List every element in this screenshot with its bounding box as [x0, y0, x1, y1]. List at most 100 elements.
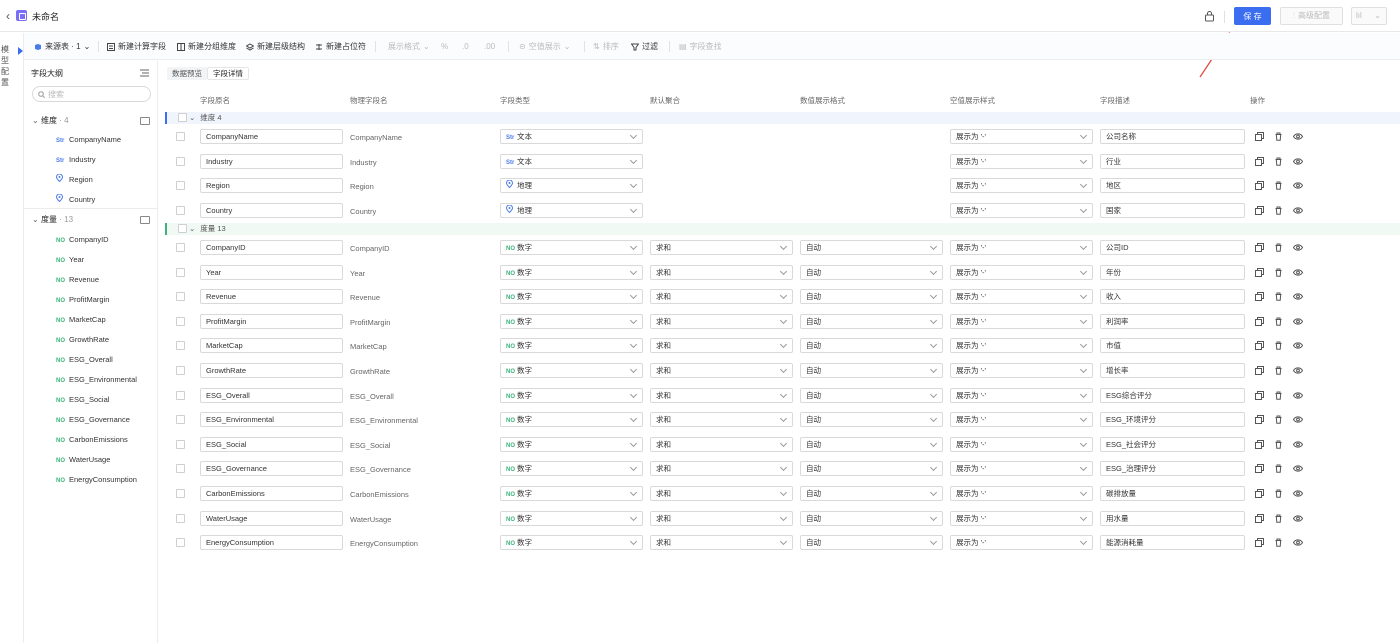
row-checkbox[interactable] — [176, 415, 185, 425]
eye-icon[interactable] — [1293, 157, 1303, 166]
default-agg-select[interactable]: 求和 — [650, 240, 793, 255]
null-display-select[interactable]: 展示为 '-' — [950, 412, 1093, 428]
default-agg-select[interactable]: 求和 — [650, 412, 793, 428]
number-format-select[interactable]: 自动 — [800, 264, 943, 280]
field-desc-input[interactable]: 年份 — [1100, 264, 1245, 280]
sort-button[interactable]: ⇅ 排序 — [593, 41, 619, 53]
add-folder-icon[interactable] — [140, 117, 150, 125]
group-checkbox[interactable] — [178, 224, 187, 233]
copy-icon[interactable] — [1255, 132, 1264, 141]
field-desc-input[interactable]: 公司ID — [1100, 240, 1245, 255]
filter-button[interactable]: 过滤 — [631, 41, 658, 53]
number-format-select[interactable]: 自动 — [800, 535, 943, 551]
model-config-rail-label[interactable]: 模型配置 — [0, 44, 10, 88]
trash-icon[interactable] — [1274, 391, 1283, 400]
field-desc-input[interactable]: 行业 — [1100, 153, 1245, 169]
percent-button[interactable]: % — [441, 41, 448, 53]
number-format-select[interactable]: 自动 — [800, 436, 943, 452]
sidebar-field-item[interactable]: NO ProfitMargin — [56, 294, 109, 306]
copy-icon[interactable] — [1255, 243, 1264, 252]
dimension-group-header[interactable]: ⌄ 维度 · 4 — [32, 115, 69, 127]
field-desc-input[interactable]: 收入 — [1100, 289, 1245, 305]
copy-icon[interactable] — [1255, 489, 1264, 498]
sidebar-field-item[interactable]: NO MarketCap — [56, 314, 106, 326]
display-format-dropdown[interactable]: 展示格式 ⌄ — [388, 41, 430, 53]
eye-icon[interactable] — [1293, 366, 1303, 375]
decimal-button[interactable]: .0 — [462, 41, 469, 53]
trash-icon[interactable] — [1274, 440, 1283, 449]
default-agg-select[interactable]: 求和 — [650, 461, 793, 477]
sidebar-field-item[interactable]: Str Industry — [56, 154, 96, 166]
number-format-select[interactable]: 自动 — [800, 313, 943, 329]
copy-icon[interactable] — [1255, 513, 1264, 523]
eye-icon[interactable] — [1293, 132, 1303, 141]
copy-icon[interactable] — [1255, 366, 1264, 375]
null-display-select[interactable]: 展示为 '-' — [950, 264, 1093, 280]
field-name-input[interactable]: EnergyConsumption — [200, 535, 343, 551]
field-type-select[interactable]: NO 数字 — [500, 289, 643, 305]
field-desc-input[interactable]: ESG综合评分 — [1100, 387, 1245, 403]
field-desc-input[interactable]: 利润率 — [1100, 313, 1245, 329]
trash-icon[interactable] — [1274, 157, 1283, 166]
eye-icon[interactable] — [1293, 538, 1303, 547]
field-name-input[interactable]: CompanyName — [200, 129, 343, 144]
copy-icon[interactable] — [1255, 464, 1264, 474]
field-name-input[interactable]: CarbonEmissions — [200, 486, 343, 501]
sidebar-field-item[interactable]: NO CarbonEmissions — [56, 434, 128, 446]
row-checkbox[interactable] — [176, 390, 185, 400]
copy-icon[interactable] — [1255, 156, 1264, 166]
field-name-input[interactable]: WaterUsage — [200, 510, 343, 526]
sidebar-field-item[interactable]: Country — [55, 193, 95, 206]
trash-icon[interactable] — [1274, 206, 1283, 215]
menu-icon[interactable] — [140, 69, 149, 77]
null-display-select[interactable]: 展示为 '-' — [950, 338, 1093, 354]
eye-icon[interactable] — [1293, 268, 1303, 277]
field-type-select[interactable]: NO 数字 — [500, 510, 643, 526]
dimension-group-row[interactable]: ⌄ 维度 4 — [165, 112, 1400, 124]
sidebar-field-item[interactable]: NO ESG_Social — [56, 394, 109, 406]
trash-icon[interactable] — [1274, 341, 1283, 351]
source-table-select[interactable]: 来源表 · 1 ⌄ — [34, 41, 90, 53]
number-format-select[interactable]: 自动 — [800, 461, 943, 477]
null-display-select[interactable]: 展示为 '-' — [950, 240, 1093, 255]
null-display-select[interactable]: 展示为 '-' — [950, 510, 1093, 526]
field-desc-input[interactable]: ESG_社会评分 — [1100, 436, 1245, 452]
eye-icon[interactable] — [1293, 415, 1303, 424]
default-agg-select[interactable]: 求和 — [650, 387, 793, 403]
row-checkbox[interactable] — [176, 181, 185, 191]
save-button[interactable]: 保 存 — [1234, 7, 1271, 25]
field-desc-input[interactable]: 碳排放量 — [1100, 486, 1245, 501]
copy-icon[interactable] — [1255, 415, 1264, 425]
default-agg-select[interactable]: 求和 — [650, 289, 793, 305]
field-type-select[interactable]: 地理 — [500, 203, 643, 219]
row-checkbox[interactable] — [176, 292, 185, 302]
sidebar-field-item[interactable]: NO ESG_Governance — [56, 414, 130, 426]
row-checkbox[interactable] — [176, 366, 185, 375]
eye-icon[interactable] — [1293, 514, 1303, 523]
eye-icon[interactable] — [1293, 317, 1303, 326]
eye-icon[interactable] — [1293, 464, 1303, 473]
null-display-select[interactable]: 展示为 '-' — [950, 486, 1093, 501]
eye-icon[interactable] — [1293, 181, 1303, 190]
default-agg-select[interactable]: 求和 — [650, 264, 793, 280]
field-name-input[interactable]: Revenue — [200, 289, 343, 305]
field-desc-input[interactable]: 地区 — [1100, 178, 1245, 194]
eye-icon[interactable] — [1293, 341, 1303, 350]
copy-icon[interactable] — [1255, 181, 1264, 191]
new-group-dim-button[interactable]: 新建分组维度 — [177, 41, 236, 53]
new-placeholder-button[interactable]: 新建占位符 — [315, 41, 366, 53]
trash-icon[interactable] — [1274, 243, 1283, 252]
field-desc-input[interactable]: 市值 — [1100, 338, 1245, 354]
sidebar-field-item[interactable]: Region — [55, 173, 93, 186]
sidebar-field-item[interactable]: NO ESG_Environmental — [56, 374, 137, 386]
field-name-input[interactable]: ESG_Overall — [200, 387, 343, 403]
tab-field-details[interactable]: 字段详情 — [207, 67, 249, 80]
field-type-select[interactable]: NO 数字 — [500, 486, 643, 501]
field-name-input[interactable]: GrowthRate — [200, 363, 343, 378]
field-name-input[interactable]: ESG_Social — [200, 436, 343, 452]
null-display-select[interactable]: 展示为 '-' — [950, 129, 1093, 144]
field-type-select[interactable]: NO 数字 — [500, 363, 643, 378]
null-display-select[interactable]: 展示为 '-' — [950, 313, 1093, 329]
eye-icon[interactable] — [1293, 391, 1303, 400]
null-display-select[interactable]: 展示为 '-' — [950, 363, 1093, 378]
